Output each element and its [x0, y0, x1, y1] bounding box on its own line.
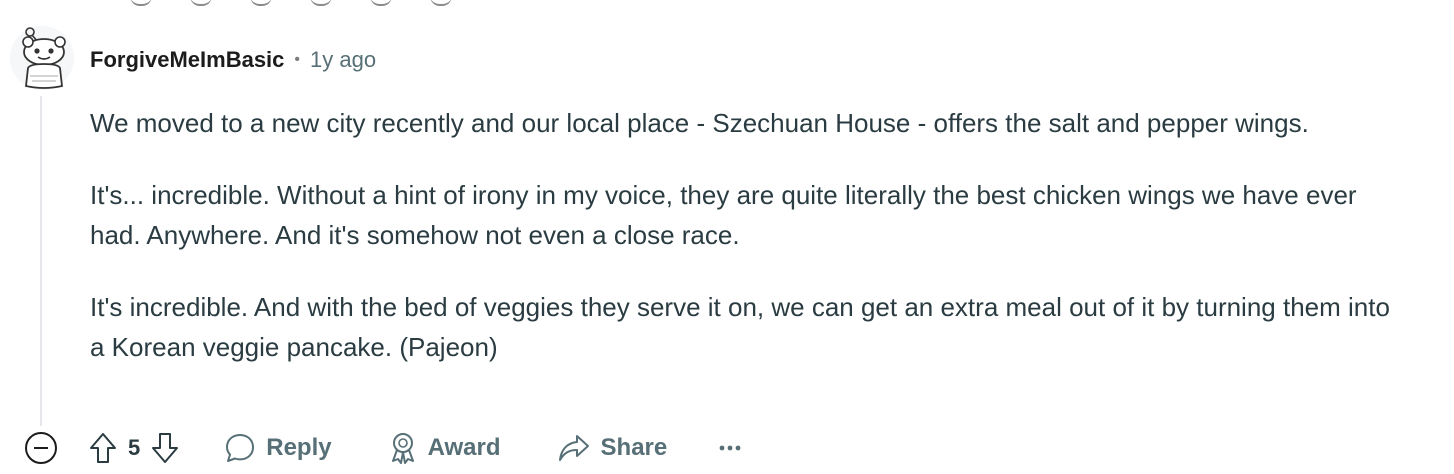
timestamp[interactable]: 1y ago	[310, 47, 376, 73]
comment-paragraph: It's incredible. And with the bed of veg…	[90, 292, 1390, 362]
comment-action-bar: 5 Reply Award Share	[24, 426, 751, 470]
meta-separator: •	[294, 51, 301, 68]
prev-icon-6	[430, 0, 452, 6]
comment-paragraph: We moved to a new city recently and our …	[90, 108, 1309, 138]
comment-paragraph: It's... incredible. Without a hint of ir…	[90, 180, 1357, 250]
arrow-up-icon	[90, 433, 116, 463]
prev-icon-4	[310, 0, 332, 6]
comment-body: We moved to a new city recently and our …	[90, 103, 1400, 399]
prev-icon-2	[190, 0, 212, 6]
share-button[interactable]: Share	[543, 426, 682, 470]
award-button[interactable]: Award	[374, 426, 515, 470]
collapse-button[interactable]	[24, 431, 58, 465]
upvote-button[interactable]	[88, 431, 118, 465]
avatar[interactable]	[10, 26, 74, 90]
reply-label: Reply	[266, 434, 332, 461]
more-options-button[interactable]	[709, 426, 751, 470]
award-ribbon-icon	[391, 433, 414, 464]
arrow-down-icon	[152, 433, 179, 463]
vote-count: 5	[128, 435, 141, 460]
share-arrow-icon	[558, 435, 589, 461]
minus-circle-icon	[25, 432, 57, 464]
prev-icon-3	[250, 0, 272, 6]
snoo-avatar-icon	[22, 27, 66, 89]
previous-comment-actions	[130, 0, 452, 6]
speech-bubble-icon	[226, 434, 255, 462]
prev-icon-5	[370, 0, 392, 6]
award-label: Award	[427, 434, 501, 461]
ellipsis-icon	[719, 445, 741, 451]
prev-icon-1	[130, 0, 152, 6]
vote-controls: 5	[88, 431, 180, 465]
comment-header: ForgiveMeImBasic • 1y ago	[90, 44, 376, 76]
downvote-button[interactable]	[150, 431, 180, 465]
share-label: Share	[600, 434, 668, 461]
reply-button[interactable]: Reply	[210, 426, 345, 470]
thread-line[interactable]	[40, 96, 42, 426]
username[interactable]: ForgiveMeImBasic	[90, 47, 284, 73]
